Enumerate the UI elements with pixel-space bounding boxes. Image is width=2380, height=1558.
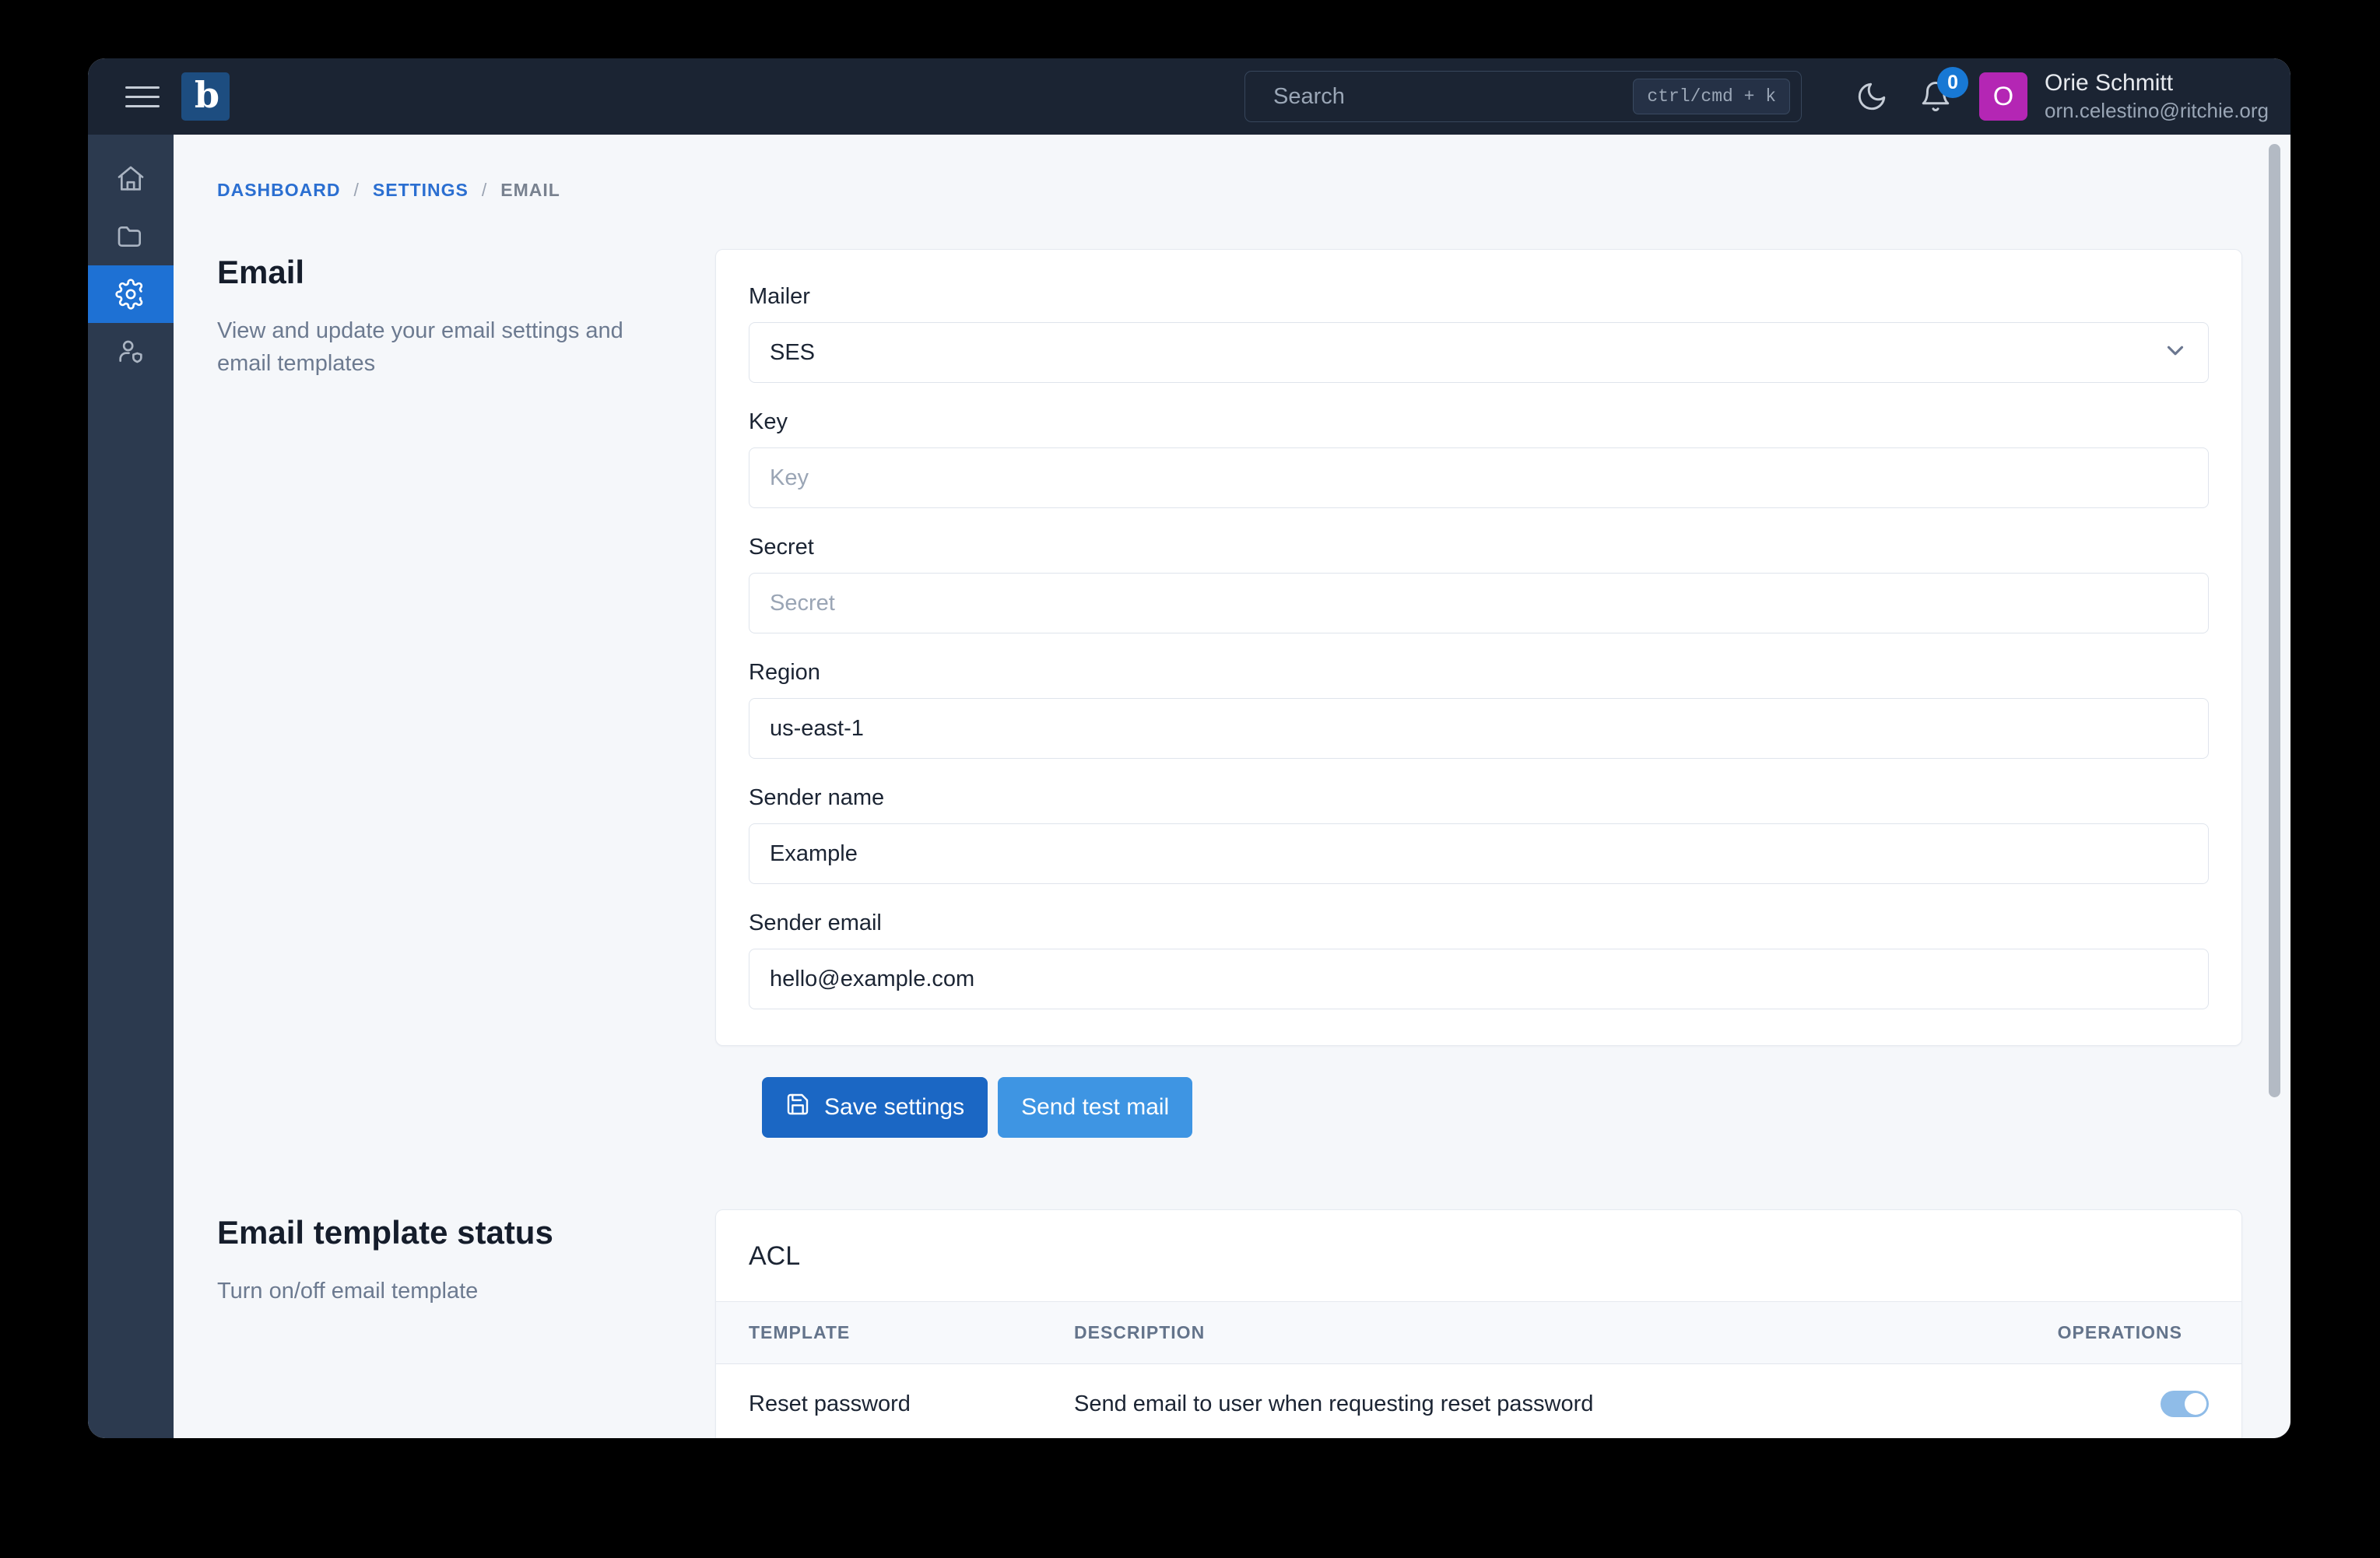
email-settings-card: Mailer SES Key Key Secret Secret Region … bbox=[715, 249, 2242, 1046]
user-menu[interactable]: Orie Schmitt orn.celestino@ritchie.org bbox=[2045, 70, 2269, 123]
region-value: us-east-1 bbox=[770, 715, 864, 741]
secret-placeholder: Secret bbox=[770, 590, 835, 616]
column-header-operations: OPERATIONS bbox=[1936, 1301, 2241, 1364]
page-description: View and update your email settings and … bbox=[217, 318, 623, 377]
key-label: Key bbox=[749, 409, 788, 434]
sidebar-item-users[interactable] bbox=[88, 323, 174, 381]
region-label: Region bbox=[749, 660, 820, 685]
sender-email-value: hello@example.com bbox=[770, 966, 975, 991]
template-section-title: Email template status bbox=[217, 1214, 553, 1251]
column-header-template: TEMPLATE bbox=[716, 1301, 1074, 1364]
sidebar-item-files[interactable] bbox=[88, 208, 174, 265]
sender-email-label: Sender email bbox=[749, 911, 882, 935]
search-input[interactable]: Search ctrl/cmd + k bbox=[1244, 71, 1803, 122]
breadcrumb-item-settings[interactable]: SETTINGS bbox=[373, 180, 469, 201]
body-row: DASHBOARD / SETTINGS / EMAIL Email View … bbox=[88, 135, 2290, 1438]
breadcrumb-separator: / bbox=[481, 180, 488, 200]
notifications-button[interactable]: 0 bbox=[1914, 67, 1969, 118]
breadcrumb-separator: / bbox=[353, 180, 360, 200]
breadcrumb: DASHBOARD / SETTINGS / EMAIL bbox=[217, 180, 2242, 201]
email-settings-section: Email View and update your email setting… bbox=[217, 249, 2242, 1046]
secret-label: Secret bbox=[749, 535, 814, 560]
acl-template-card: ACL TEMPLATE DESCRIPTION OPERATIONS Rese… bbox=[715, 1209, 2242, 1438]
save-settings-label: Save settings bbox=[824, 1094, 965, 1120]
sender-email-input[interactable]: hello@example.com bbox=[749, 949, 2209, 1009]
cell-template-operations bbox=[1936, 1364, 2241, 1439]
breadcrumb-item-dashboard[interactable]: DASHBOARD bbox=[217, 180, 341, 201]
template-table-head: TEMPLATE DESCRIPTION OPERATIONS bbox=[716, 1301, 2241, 1364]
field-sender-name: Sender name Example bbox=[749, 785, 2209, 884]
mailer-selected-value: SES bbox=[770, 339, 816, 365]
search-placeholder: Search bbox=[1273, 83, 1345, 109]
sidebar bbox=[88, 135, 174, 1438]
template-enabled-toggle[interactable] bbox=[2161, 1391, 2209, 1418]
mailer-select-wrap: SES bbox=[749, 322, 2209, 383]
mailer-label: Mailer bbox=[749, 284, 810, 309]
top-bar: b Search ctrl/cmd + k 0 O Orie Schmitt o… bbox=[88, 58, 2290, 135]
field-sender-email: Sender email hello@example.com bbox=[749, 911, 2209, 1009]
content-inner: DASHBOARD / SETTINGS / EMAIL Email View … bbox=[174, 135, 2290, 1438]
sender-name-input[interactable]: Example bbox=[749, 823, 2209, 884]
breadcrumb-item-email: EMAIL bbox=[500, 180, 560, 200]
user-shield-icon bbox=[115, 336, 146, 367]
search-shortcut-hint: ctrl/cmd + k bbox=[1633, 79, 1791, 114]
gear-icon bbox=[115, 279, 146, 310]
dark-mode-toggle-button[interactable] bbox=[1850, 75, 1894, 118]
avatar[interactable]: O bbox=[1979, 72, 2028, 121]
field-region: Region us-east-1 bbox=[749, 660, 2209, 759]
content-scrollbar-track[interactable] bbox=[2266, 135, 2283, 1438]
top-bar-right-group: Search ctrl/cmd + k 0 O Orie Schmitt orn… bbox=[1244, 58, 2269, 135]
save-icon bbox=[785, 1092, 810, 1123]
template-table-body: Reset password Send email to user when r… bbox=[716, 1364, 2241, 1439]
cell-template-description: Send email to user when requesting reset… bbox=[1074, 1391, 1594, 1416]
sidebar-item-home[interactable] bbox=[88, 150, 174, 208]
acl-card-title: ACL bbox=[749, 1241, 801, 1271]
template-section-heading: Email template status Turn on/off email … bbox=[217, 1209, 715, 1307]
field-mailer: Mailer SES bbox=[749, 284, 2209, 383]
home-icon bbox=[115, 163, 146, 195]
main-content: DASHBOARD / SETTINGS / EMAIL Email View … bbox=[174, 135, 2290, 1438]
user-email: orn.celestino@ritchie.org bbox=[2045, 99, 2269, 122]
sender-name-label: Sender name bbox=[749, 785, 885, 810]
email-template-status-section: Email template status Turn on/off email … bbox=[217, 1209, 2242, 1438]
template-table: TEMPLATE DESCRIPTION OPERATIONS Reset pa… bbox=[716, 1301, 2241, 1438]
hamburger-menu-icon[interactable] bbox=[125, 81, 161, 112]
field-secret: Secret Secret bbox=[749, 535, 2209, 633]
key-placeholder: Key bbox=[770, 465, 809, 490]
brand-logo-icon[interactable]: b bbox=[181, 72, 230, 121]
table-header-row: TEMPLATE DESCRIPTION OPERATIONS bbox=[716, 1301, 2241, 1364]
column-header-description: DESCRIPTION bbox=[1074, 1301, 1936, 1364]
page-title: Email bbox=[217, 254, 305, 290]
action-button-row: Save settings Send test mail bbox=[762, 1077, 2242, 1138]
content-scrollbar-thumb[interactable] bbox=[2269, 144, 2280, 1097]
send-test-mail-label: Send test mail bbox=[1021, 1094, 1170, 1120]
mailer-select[interactable]: SES bbox=[749, 322, 2209, 383]
secret-input[interactable]: Secret bbox=[749, 573, 2209, 633]
send-test-mail-button[interactable]: Send test mail bbox=[998, 1077, 1193, 1138]
notification-count-badge: 0 bbox=[1937, 67, 1969, 98]
key-input[interactable]: Key bbox=[749, 447, 2209, 508]
cell-template-name: Reset password bbox=[749, 1391, 911, 1416]
sidebar-item-settings[interactable] bbox=[88, 265, 174, 323]
table-row: Reset password Send email to user when r… bbox=[716, 1364, 2241, 1439]
template-section-description: Turn on/off email template bbox=[217, 1279, 479, 1304]
moon-icon bbox=[1855, 80, 1888, 113]
app-window: b Search ctrl/cmd + k 0 O Orie Schmitt o… bbox=[88, 58, 2290, 1438]
avatar-initial: O bbox=[1992, 81, 2014, 111]
email-section-heading: Email View and update your email setting… bbox=[217, 249, 715, 380]
brand-logo-letter: b bbox=[194, 74, 219, 116]
save-settings-button[interactable]: Save settings bbox=[762, 1077, 988, 1138]
region-input[interactable]: us-east-1 bbox=[749, 698, 2209, 759]
folder-icon bbox=[115, 221, 146, 252]
user-name: Orie Schmitt bbox=[2045, 70, 2174, 96]
field-key: Key Key bbox=[749, 409, 2209, 508]
sender-name-value: Example bbox=[770, 840, 858, 866]
